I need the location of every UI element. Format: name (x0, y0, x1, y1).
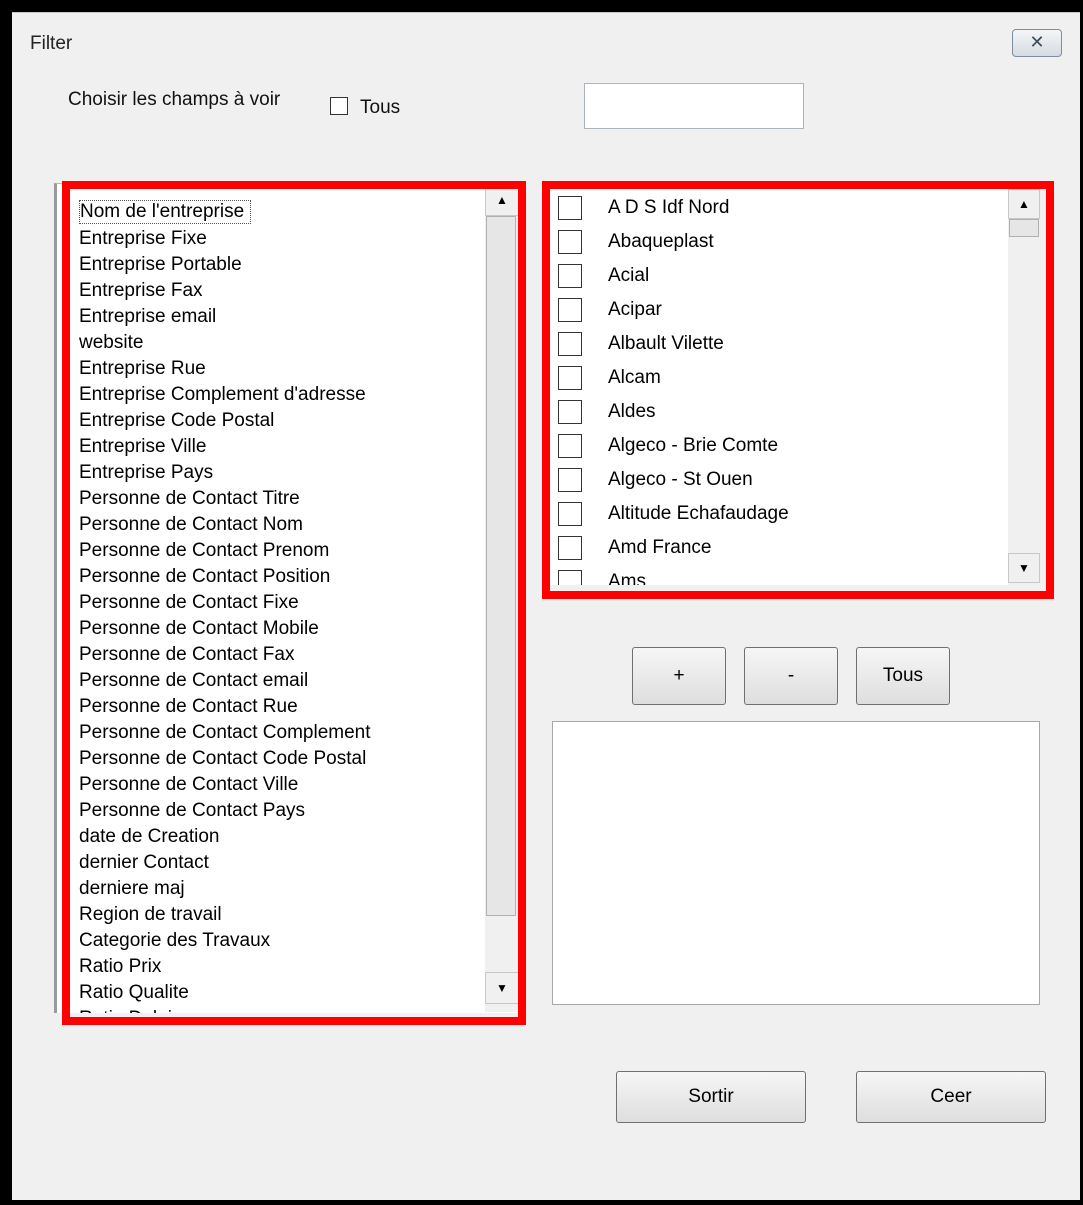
field-list-item[interactable]: Entreprise Pays (79, 460, 213, 486)
exit-button[interactable]: Sortir (616, 1071, 806, 1123)
field-list-item[interactable]: derniere maj (79, 876, 185, 902)
company-checkbox[interactable] (558, 264, 582, 288)
field-list-item[interactable]: Entreprise Ville (79, 434, 206, 460)
field-list-item[interactable]: Personne de Contact Complement (79, 720, 371, 746)
field-list-item[interactable]: Personne de Contact Prenom (79, 538, 329, 564)
close-button[interactable]: ✕ (1012, 29, 1062, 57)
field-list-item[interactable]: Entreprise Fixe (79, 226, 207, 252)
company-checkbox[interactable] (558, 434, 582, 458)
company-name: Algeco - St Ouen (608, 469, 753, 490)
screen-frame: Filter ✕ Choisir les champs à voir Tous … (0, 0, 1083, 1205)
company-name: Abaqueplast (608, 231, 714, 252)
company-name: Acial (608, 265, 650, 286)
company-name: Ams (608, 571, 646, 585)
company-checkbox[interactable] (558, 400, 582, 424)
company-name: Albault Vilette (608, 333, 724, 354)
company-name: Acipar (608, 299, 662, 320)
field-list-item[interactable]: Personne de Contact Code Postal (79, 746, 366, 772)
field-list-item[interactable]: Personne de Contact Rue (79, 694, 298, 720)
field-list-item[interactable]: Ratio Prix (79, 954, 161, 980)
fields-scroll-up-button[interactable]: ▲ (485, 184, 519, 216)
add-button[interactable]: + (632, 647, 726, 705)
fields-scroll-thumb[interactable] (486, 216, 516, 916)
arrow-down-icon: ▼ (1018, 561, 1030, 575)
company-checkbox[interactable] (558, 536, 582, 560)
field-list-item[interactable]: Personne de Contact Position (79, 564, 330, 590)
field-list-item[interactable]: Entreprise Code Postal (79, 408, 274, 434)
field-list-item[interactable]: Entreprise email (79, 304, 216, 330)
all-fields-checkbox-label: Tous (360, 97, 401, 118)
companies-scroll-down-button[interactable]: ▼ (1008, 553, 1040, 583)
field-list-item[interactable]: Entreprise Complement d'adresse (79, 382, 366, 408)
company-name: Amd France (608, 537, 712, 558)
field-list-item[interactable]: Region de travail (79, 902, 222, 928)
field-list-item[interactable]: Personne de Contact Ville (79, 772, 298, 798)
field-list-item-selected[interactable]: Nom de l'entreprise (79, 200, 252, 224)
company-checkbox[interactable] (558, 502, 582, 526)
choose-fields-label: Choisir les champs à voir (68, 89, 281, 110)
company-name: Aldes (608, 401, 656, 422)
field-list-item[interactable]: Personne de Contact email (79, 668, 308, 694)
companies-scroll-up-button[interactable]: ▲ (1008, 189, 1040, 219)
field-list-item[interactable]: date de Creation (79, 824, 220, 850)
field-list-item[interactable]: Ratio Delai (79, 1006, 172, 1013)
search-input[interactable] (584, 83, 804, 129)
arrow-down-icon: ▼ (496, 981, 508, 995)
company-checkbox[interactable] (558, 196, 582, 220)
companies-scrollbar[interactable]: ▲ ▼ (1008, 185, 1040, 585)
fields-scrollbar[interactable]: ▲ ▼ (485, 184, 519, 1012)
window-title: Filter (30, 33, 73, 54)
create-button[interactable]: Ceer (856, 1071, 1046, 1123)
close-icon: ✕ (1029, 32, 1045, 52)
filter-dialog: Filter ✕ Choisir les champs à voir Tous … (12, 12, 1080, 1200)
field-list-item[interactable]: Personne de Contact Mobile (79, 616, 319, 642)
field-list-item[interactable]: dernier Contact (79, 850, 209, 876)
company-checkbox[interactable] (558, 468, 582, 492)
fields-scroll-down-button[interactable]: ▼ (485, 972, 519, 1004)
field-list-item[interactable]: Personne de Contact Titre (79, 486, 300, 512)
all-fields-checkbox[interactable] (330, 97, 348, 115)
company-name: Altitude Echafaudage (608, 503, 789, 524)
field-list-item[interactable]: Entreprise Rue (79, 356, 206, 382)
selected-values-listbox[interactable] (552, 721, 1040, 1005)
field-list-item[interactable]: Categorie des Travaux (79, 928, 270, 954)
select-all-button[interactable]: Tous (856, 647, 950, 705)
title-bar: Filter ✕ (12, 13, 1080, 69)
arrow-up-icon: ▲ (1018, 197, 1030, 211)
company-name: A D S Idf Nord (608, 197, 730, 218)
field-list-item[interactable]: website (79, 330, 143, 356)
companies-scroll-thumb[interactable] (1009, 219, 1039, 237)
company-name: Alcam (608, 367, 661, 388)
company-name: Algeco - Brie Comte (608, 435, 779, 456)
field-list-item[interactable]: Personne de Contact Fixe (79, 590, 299, 616)
company-checkbox[interactable] (558, 230, 582, 254)
companies-listbox[interactable]: ▲ ▼ A D S Idf Nord Abaqueplast Acial Acipar… (550, 185, 1040, 585)
company-checkbox[interactable] (558, 332, 582, 356)
field-list-item[interactable]: Entreprise Fax (79, 278, 203, 304)
remove-button[interactable]: - (744, 647, 838, 705)
field-list-item[interactable]: Personne de Contact Nom (79, 512, 303, 538)
field-list-item[interactable]: Personne de Contact Pays (79, 798, 305, 824)
fields-listbox[interactable]: ▲ ▼ Nom de l'entreprise Entreprise Fixe En… (54, 183, 519, 1013)
company-checkbox[interactable] (558, 366, 582, 390)
field-list-item[interactable]: Entreprise Portable (79, 252, 242, 278)
company-checkbox[interactable] (558, 298, 582, 322)
field-list-item[interactable]: Ratio Qualite (79, 980, 189, 1006)
field-list-item[interactable]: Personne de Contact Fax (79, 642, 294, 668)
company-checkbox[interactable] (558, 570, 582, 585)
arrow-up-icon: ▲ (496, 193, 508, 207)
